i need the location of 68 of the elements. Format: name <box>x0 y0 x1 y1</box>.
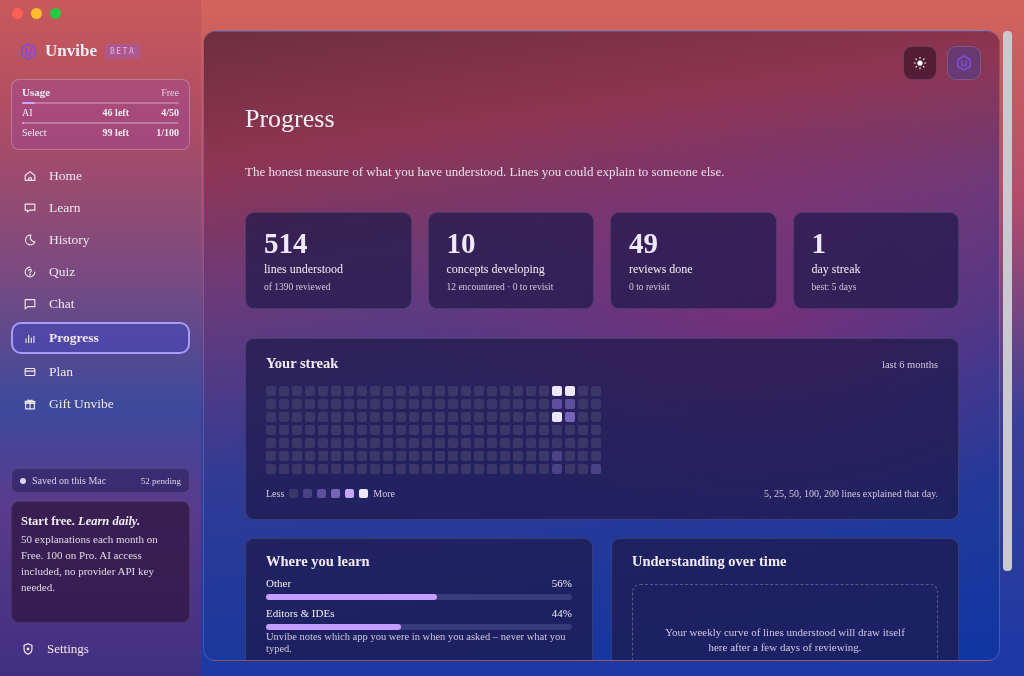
stat-label: day streak <box>811 262 862 277</box>
nav-item[interactable]: Gift Unvibe <box>11 390 190 418</box>
source-percent: 44% <box>551 607 572 619</box>
legend-more: More <box>373 488 395 499</box>
scrollbar[interactable] <box>1003 31 1012 571</box>
stat-label: concepts developing <box>446 262 546 277</box>
nav-item[interactable]: Plan <box>11 358 190 386</box>
meter-label: Select <box>22 127 48 138</box>
beta-badge: BETA <box>104 43 141 59</box>
meter-label: AI <box>22 107 34 118</box>
status-dot <box>20 477 26 484</box>
home-icon <box>23 169 37 183</box>
question-circle-icon <box>23 265 37 279</box>
sun-icon <box>913 56 927 70</box>
sync-label: Saved on this Mac <box>32 475 107 486</box>
stat-value: 49 <box>629 227 659 259</box>
hexagon-logo-icon <box>20 42 37 60</box>
source-label: Editors & IDEs <box>266 607 335 619</box>
stat-detail: of 1390 reviewed <box>264 282 332 292</box>
stat-value: 1 <box>811 227 827 259</box>
close-button[interactable] <box>12 8 23 19</box>
promo-heading: Start free. Learn daily. <box>21 514 142 529</box>
empty-chart-text: Your weekly curve of lines understood will draw itself here after a few days of reviewing. <box>664 625 906 655</box>
stat-detail: 12 encountered · 0 to revisit <box>446 282 555 292</box>
theme-toggle-button[interactable] <box>903 46 937 80</box>
stat-label: lines understood <box>264 262 344 277</box>
speech-bubble-icon <box>23 201 37 215</box>
range-label: last 6 months <box>882 359 938 370</box>
nav-item[interactable]: Quiz <box>11 258 190 286</box>
stat-detail: 0 to revisit <box>629 282 671 292</box>
stat-detail: best: 5 days <box>811 282 858 292</box>
pending-count: 52 pending <box>140 475 181 486</box>
meter-remaining: 99 left <box>102 127 129 138</box>
account-button[interactable] <box>947 46 981 80</box>
promo-text: 50 explanations each month on Free. 100 on Pro. AI access included, no provider API key needed. <box>21 532 159 595</box>
source-label: Other <box>266 577 292 589</box>
source-percent: 56% <box>551 577 572 589</box>
minimize-button[interactable] <box>31 8 42 19</box>
nav-item[interactable]: Home <box>11 162 190 190</box>
settings-button[interactable]: Settings <box>11 641 190 657</box>
gift-icon <box>23 397 37 411</box>
meter-count: 1/100 <box>155 127 179 138</box>
plan-label: Free <box>161 87 179 98</box>
nav-item[interactable]: History <box>11 226 190 254</box>
stat-value: 10 <box>446 227 477 259</box>
usage-title: Usage <box>22 86 51 98</box>
chat-icon <box>23 297 37 311</box>
nav-item[interactable]: Learn <box>11 194 190 222</box>
legend-less: Less <box>266 488 285 499</box>
nav-item[interactable]: Progress <box>11 322 190 354</box>
stat-value: 514 <box>264 227 309 259</box>
page-subtitle: The honest measure of what you have understood. Lines you could explain to someone else. <box>245 164 726 180</box>
legend-caption: 5, 25, 50, 100, 200 lines explained that day. <box>763 488 938 499</box>
page-title: Progress <box>245 104 336 134</box>
card-title: Understanding over time <box>632 553 788 570</box>
shield-icon <box>21 642 35 656</box>
app-name: Unvibe <box>45 41 97 61</box>
nav-item[interactable]: Chat <box>11 290 190 318</box>
card-title: Your streak <box>266 355 339 372</box>
meter-remaining: 46 left <box>102 107 129 118</box>
stat-label: reviews done <box>629 262 694 277</box>
hexagon-logo-icon <box>956 55 972 71</box>
card-icon <box>23 365 37 379</box>
sources-note: Unvibe notes which app you were in when you asked – never what you typed. <box>266 631 567 655</box>
zoom-button[interactable] <box>50 8 61 19</box>
card-title: Where you learn <box>266 553 371 570</box>
meter-count: 4/50 <box>160 107 179 118</box>
moon-icon <box>23 233 37 247</box>
